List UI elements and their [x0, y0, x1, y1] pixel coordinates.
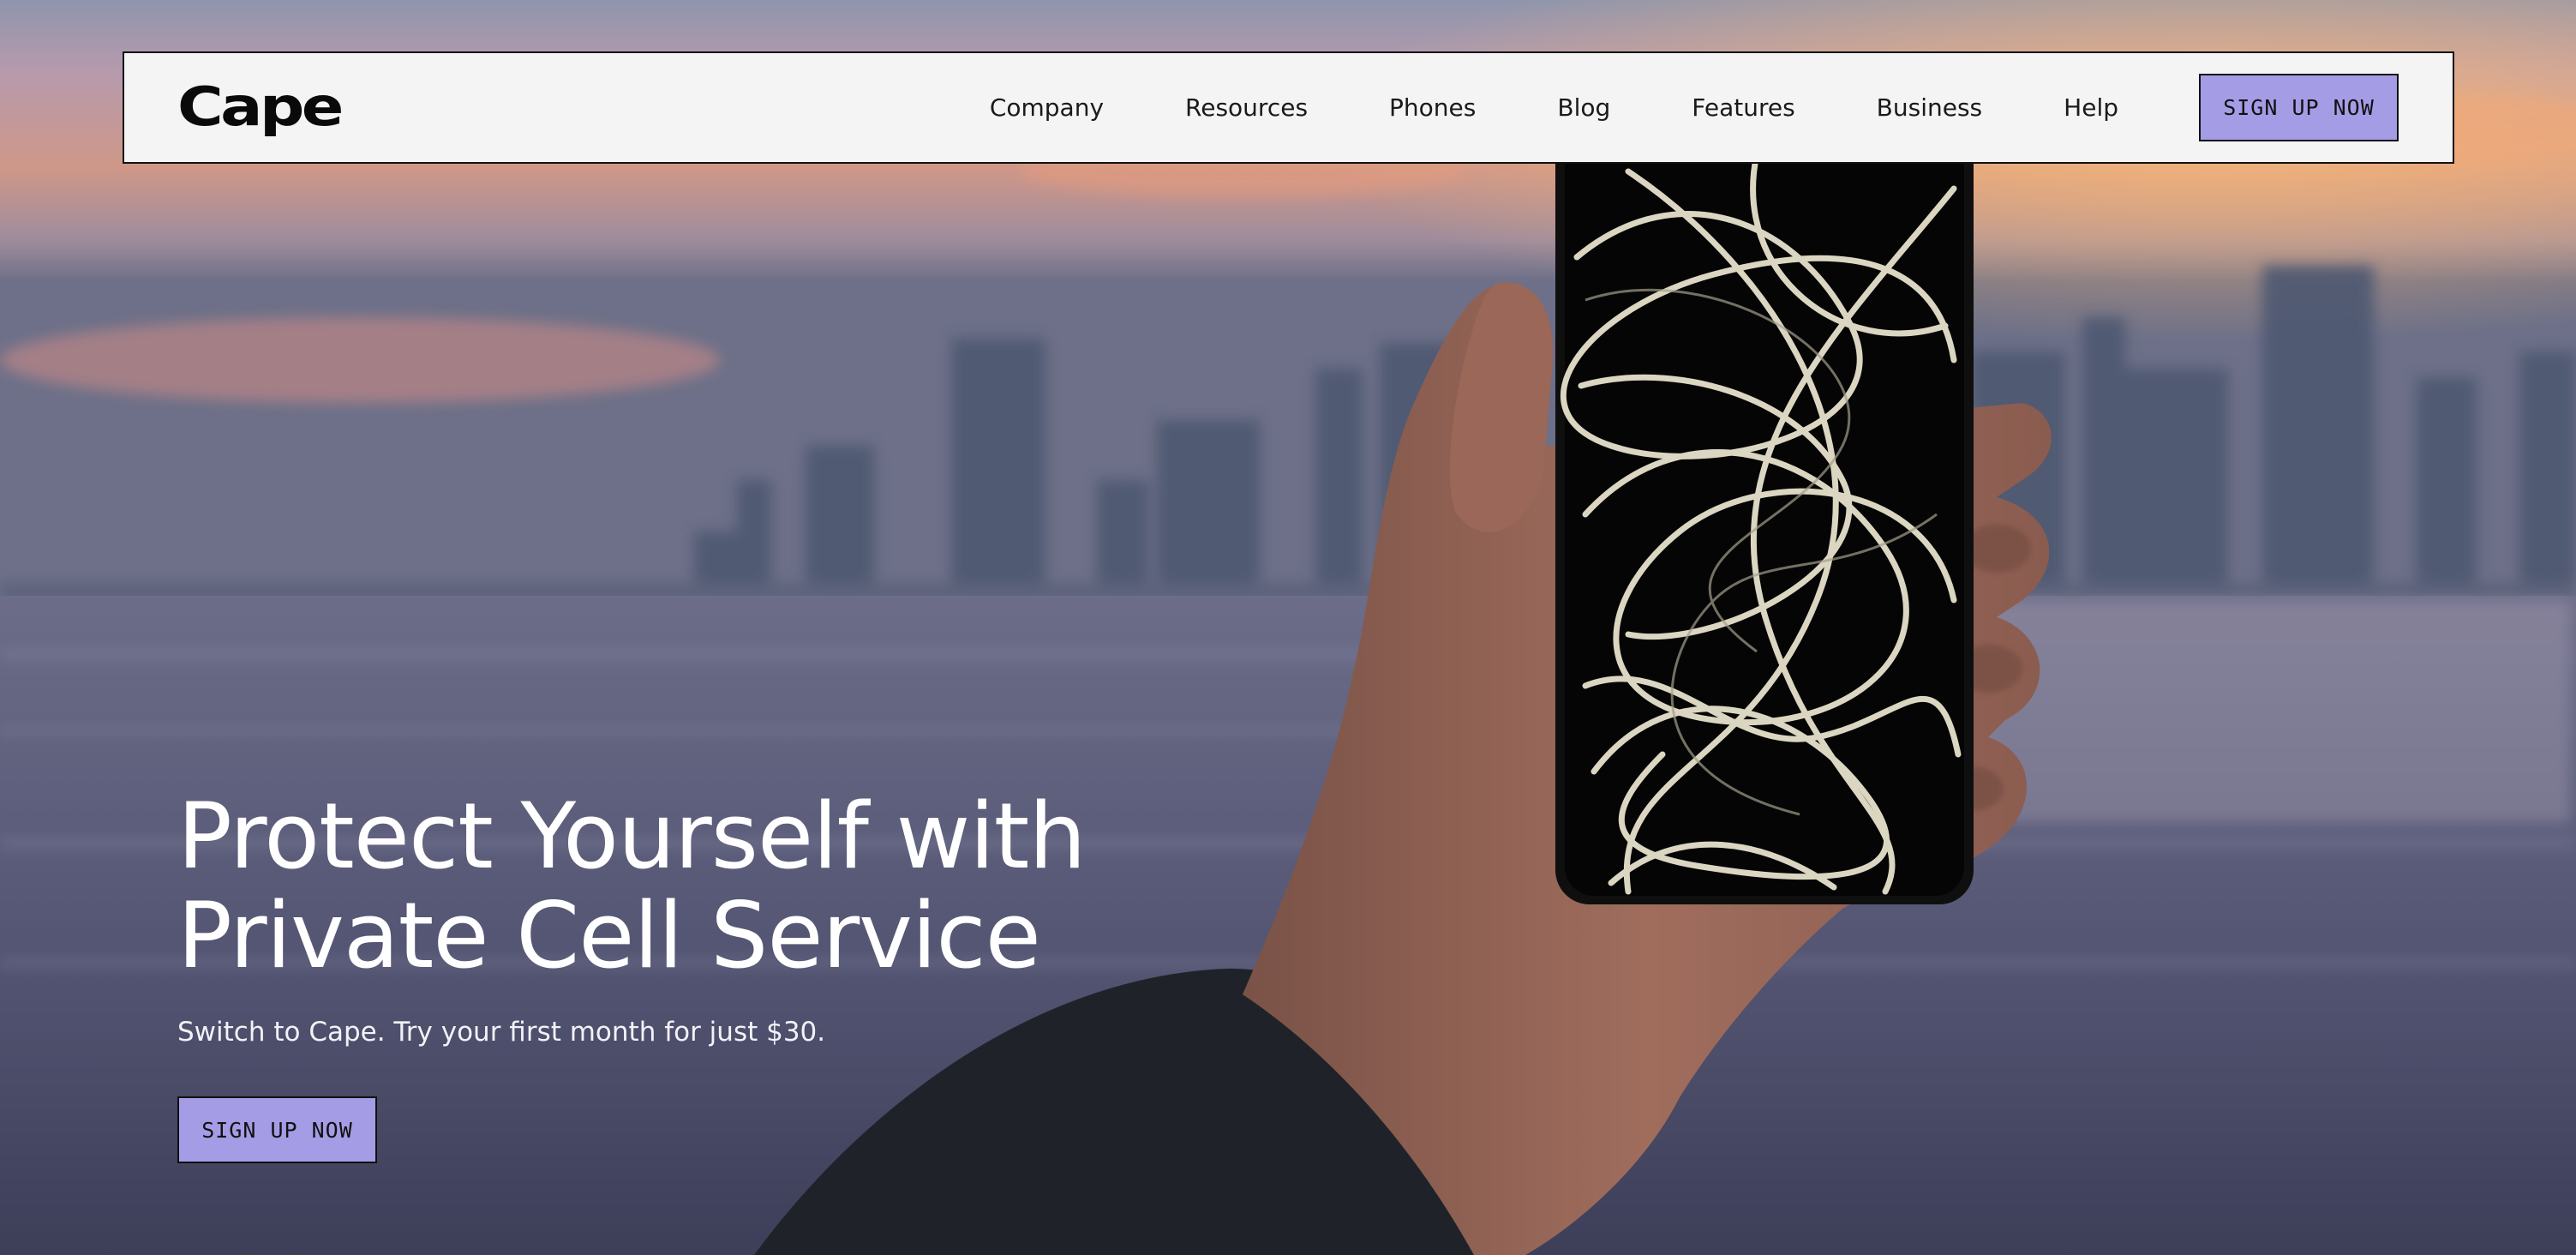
nav-link-phones[interactable]: Phones [1389, 93, 1476, 122]
nav-link-company[interactable]: Company [990, 93, 1104, 122]
nav-link-features[interactable]: Features [1692, 93, 1794, 122]
hero-headline-line-1: Protect Yourself with [177, 784, 1087, 889]
cape-logo[interactable]: Cape [177, 79, 344, 135]
hero-sign-up-button[interactable]: SIGN UP NOW [177, 1096, 377, 1163]
hero-headline: Protect Yourself with Private Cell Servi… [177, 787, 1291, 986]
hero-subhead: Switch to Cape. Try your first month for… [177, 1017, 826, 1048]
hero-section: Protect Yourself with Private Cell Servi… [0, 0, 2576, 1255]
nav-links: Company Resources Phones Blog Features B… [990, 53, 2118, 162]
nav-link-blog[interactable]: Blog [1557, 93, 1610, 122]
nav-sign-up-button[interactable]: SIGN UP NOW [2199, 74, 2399, 141]
nav-link-business[interactable]: Business [1877, 93, 1982, 122]
nav-link-help[interactable]: Help [2064, 93, 2118, 122]
hero-headline-line-2: Private Cell Service [177, 883, 1041, 988]
top-navbar: Cape Company Resources Phones Blog Featu… [123, 51, 2454, 164]
nav-link-resources[interactable]: Resources [1185, 93, 1308, 122]
hero-background-image [0, 0, 2576, 1255]
